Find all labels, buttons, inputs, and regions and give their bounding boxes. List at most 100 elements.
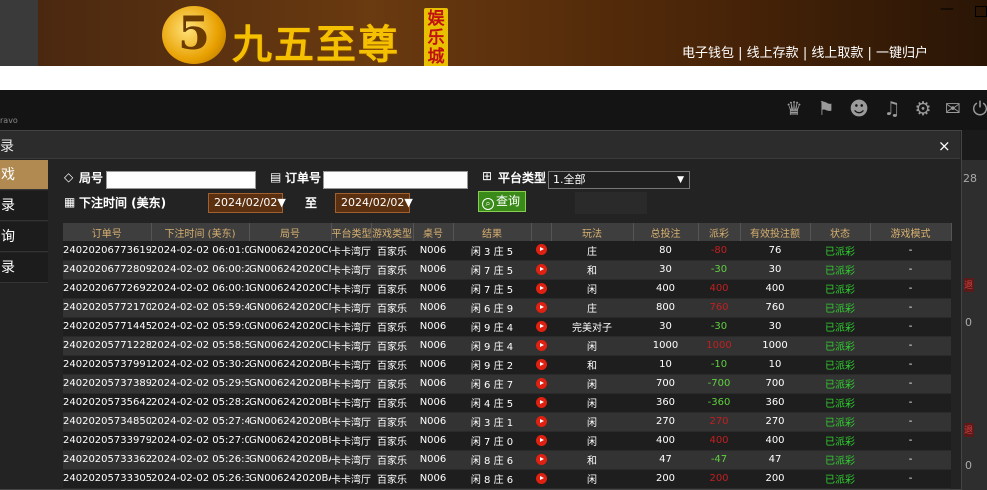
bet-type-cell: 完美对子 [551,317,633,337]
play-replay-icon[interactable] [535,320,547,332]
play-button-cell[interactable] [531,469,551,489]
bet-type-cell: 和 [551,355,633,375]
play-button-cell[interactable] [531,393,551,413]
game-type-cell: 百家乐 [371,374,413,394]
play-replay-icon[interactable] [535,415,547,427]
play-button-cell[interactable] [531,241,551,261]
play-button-cell[interactable] [531,298,551,318]
play-button-cell[interactable] [531,336,551,356]
table-row: 240202057379910 2024-02-02 05:30:27 GN0062… [63,355,951,375]
table-row: 240202057356425 2024-02-02 05:28:29 GN0062… [63,393,951,413]
nav-e-wallet[interactable]: 电子钱包 [682,46,734,61]
result-cell: 闲 8 庄 6 [453,469,531,489]
platform-type-cell: 卡卡湾厅 [331,469,371,489]
result-cell: 闲 7 庄 5 [453,279,531,299]
table-row: 240202067726928 2024-02-02 06:00:14 GN0062… [63,279,951,299]
play-replay-icon[interactable] [535,396,547,408]
table-row: 240202057348509 2024-02-02 05:27:48 GN0062… [63,412,951,432]
date-to-select[interactable]: 2024/02/02▼ [335,193,413,213]
play-button-cell[interactable] [531,431,551,451]
play-replay-icon[interactable] [535,301,547,313]
play-button-cell[interactable] [531,260,551,280]
game-mode-cell: - [870,374,951,394]
logo-digit: 5 [177,6,210,60]
maximize-button[interactable] [975,6,987,17]
play-replay-icon[interactable] [535,282,547,294]
minimize-button[interactable]: — [940,1,954,17]
bet-time-cell: 2024-02-02 06:00:20 [151,260,249,280]
table-number-cell: N006 [413,336,453,356]
bet-type-cell: 闲 [551,374,633,394]
power-icon[interactable]: ⏻ [967,98,987,120]
table-row: 240202057712288 2024-02-02 05:58:58 GN0062… [63,336,951,356]
bet-time-cell: 2024-02-02 05:28:29 [151,393,249,413]
play-button-cell[interactable] [531,317,551,337]
nav-online-deposit[interactable]: 线上存款 [747,46,799,61]
sidebar-item-record[interactable]: 录 [0,191,48,221]
column-header: 局号 [249,223,332,241]
play-replay-icon[interactable] [535,453,547,465]
table-number-cell: N006 [413,412,453,432]
table-number-cell: N006 [413,241,453,261]
status-cell: 已派彩 [810,317,870,337]
play-button-cell[interactable] [531,450,551,470]
date-from-select[interactable]: 2024/02/02▼ [208,193,286,213]
column-header: 平台类型 [331,223,372,241]
music-icon[interactable]: ♫ [879,98,905,120]
valid-bet-cell: 200 [740,469,810,489]
play-replay-icon[interactable] [535,263,547,275]
background-number: 0 [965,316,972,329]
bet-type-cell: 闲 [551,279,633,299]
order-number-cell: 240202057721705 [63,298,151,318]
platform-type-cell: 卡卡湾厅 [331,374,371,394]
game-type-cell: 百家乐 [371,431,413,451]
message-icon[interactable]: ✉ [940,98,966,120]
status-cell: 已派彩 [810,450,870,470]
play-button-cell[interactable] [531,374,551,394]
play-replay-icon[interactable] [535,472,547,484]
play-button-cell[interactable] [531,279,551,299]
bet-time-cell: 2024-02-02 06:01:02 [151,241,249,261]
flag-icon[interactable]: ⚑ [813,98,839,120]
vip-icon[interactable]: ♛ [781,98,807,120]
background-badge: 退 [964,423,974,437]
nav-one-click-transfer[interactable]: 一键归户 [876,46,928,61]
play-replay-icon[interactable] [535,244,547,256]
bet-time-cell: 2024-02-02 05:29:59 [151,374,249,394]
play-button-cell[interactable] [531,412,551,432]
order-number-cell: 240202067726928 [63,279,151,299]
valid-bet-cell: 47 [740,450,810,470]
play-replay-icon[interactable] [535,434,547,446]
brand-badge: 娱 乐 城 [424,8,448,68]
play-replay-icon[interactable] [535,339,547,351]
total-bet-cell: 1000 [633,336,698,356]
sidebar-item-game-record[interactable]: 戏 [0,160,48,190]
bet-time-cell: 2024-02-02 05:27:48 [151,412,249,432]
chat-icon[interactable]: ☻ [846,98,872,120]
play-replay-icon[interactable] [535,377,547,389]
nav-online-withdraw[interactable]: 线上取款 [811,46,863,61]
dialog-close-button[interactable]: × [938,137,951,155]
order-number-cell: 240202067736191 [63,241,151,261]
sidebar-item-record-2[interactable]: 录 [0,253,48,283]
play-button-cell[interactable] [531,355,551,375]
order-number-input[interactable] [323,171,468,189]
game-type-cell: 百家乐 [371,393,413,413]
game-mode-cell: - [870,241,951,261]
play-replay-icon[interactable] [535,358,547,370]
bet-type-cell: 和 [551,450,633,470]
query-button[interactable]: ⌕ 查询 [478,191,526,212]
total-bet-cell: 30 [633,317,698,337]
sidebar-item-query[interactable]: 询 [0,222,48,252]
payout-cell: -30 [698,317,740,337]
table-number-cell: N006 [413,260,453,280]
bet-type-cell: 和 [551,260,633,280]
platform-type-label: 平台类型 [498,171,547,185]
valid-bet-cell: 400 [740,431,810,451]
total-bet-cell: 400 [633,279,698,299]
gear-icon[interactable]: ⚙ [910,98,936,120]
round-input[interactable] [106,171,256,189]
platform-type-select[interactable]: 1.全部 ▼ [548,171,690,189]
status-cell: 已派彩 [810,336,870,356]
result-cell: 闲 7 庄 0 [453,431,531,451]
